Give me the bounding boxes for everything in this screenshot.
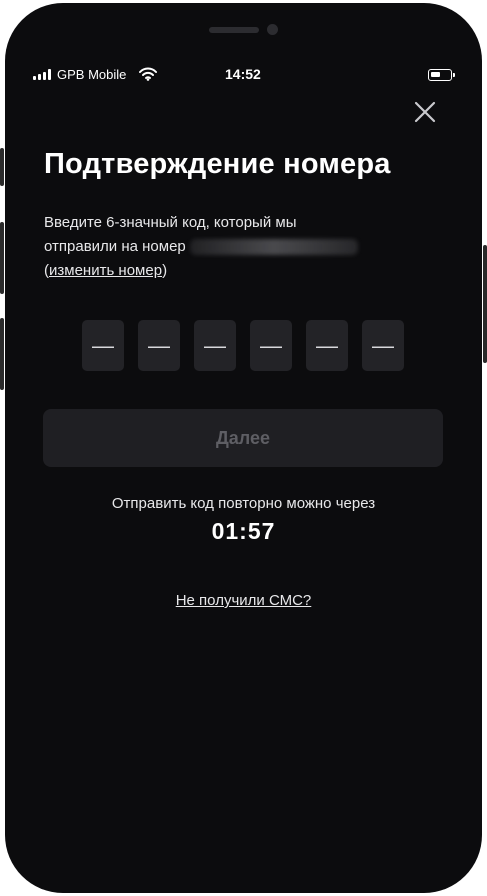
close-paren: ) [162,262,168,279]
battery-icon [428,69,455,81]
no-sms-link[interactable]: Не получили СМС? [5,592,482,609]
code-digit-6[interactable]: — [362,320,404,371]
masked-phone-number [189,239,358,256]
volume-up-button [0,222,4,294]
volume-down-button [0,318,4,390]
code-digit-5[interactable]: — [306,320,348,371]
instructions-line-1: Введите 6-значный код, который мы [44,214,297,231]
resend-countdown: 01:57 [211,518,276,544]
page-title: Подтверждение номера [44,148,391,180]
phone-frame: GPB Mobile 14:52 Подтверждение номера Вв… [0,0,487,896]
mute-switch [0,148,4,186]
code-input-group: — — — — — — [82,320,404,371]
resend-timer-label: Отправить код повторно можно через [111,495,376,512]
instructions-line-2: отправили на номер [44,238,186,255]
code-digit-3[interactable]: — [194,320,236,371]
carrier-name: GPB Mobile [57,67,127,82]
code-digit-1[interactable]: — [82,320,124,371]
change-number-link[interactable]: изменить номер [49,262,162,279]
instructions-text: Введите 6-значный код, который мы отправ… [44,211,444,283]
cellular-signal-icon [33,69,51,80]
phone-screen: GPB Mobile 14:52 Подтверждение номера Вв… [5,3,482,893]
close-icon[interactable] [413,100,437,124]
wifi-icon [139,67,157,81]
earpiece-speaker [209,27,259,33]
status-bar: GPB Mobile 14:52 [5,65,482,85]
status-time: 14:52 [225,66,261,82]
front-camera [267,24,278,35]
code-digit-4[interactable]: — [250,320,292,371]
next-button[interactable]: Далее [43,409,443,467]
code-digit-2[interactable]: — [138,320,180,371]
power-button [483,245,487,363]
